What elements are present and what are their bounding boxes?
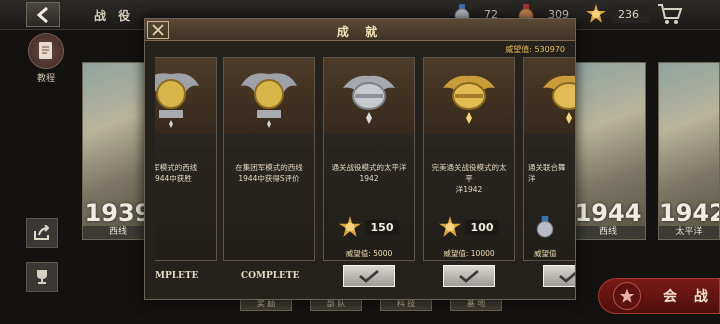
campaign-card-1942[interactable]: 1942 太平洋 (658, 62, 720, 240)
achievement-card: 团军模式的西线 1944中获胜 (155, 57, 217, 261)
achievement-dialog: 成 就 威望值: 530970 团军模式的西线 1944中获胜 在集团军模式 (144, 18, 576, 300)
campaign-year: 1942 (659, 199, 720, 227)
back-button[interactable] (26, 2, 60, 27)
campaign-region: 太平洋 (659, 226, 719, 239)
achievement-desc: 在集团军模式的西线 1944中获得S评价 (235, 163, 303, 183)
silver-eagle-medal-icon (155, 73, 199, 128)
gold-emblem-icon (338, 216, 361, 237)
reward-amount: 100 (464, 219, 500, 235)
battle-label: 会 战 (663, 289, 714, 305)
achievement-card: 通关联合舞 洋 威望值 (523, 57, 575, 261)
achievement-status-row: MPLETE COMPLETE (155, 263, 575, 289)
campaign-year: 1939 (84, 199, 152, 227)
reward-amount: 150 (364, 219, 400, 235)
resource-gold: 236 (586, 4, 650, 24)
status-complete: COMPLETE (241, 271, 300, 281)
star-emblem-icon (613, 282, 641, 310)
achievement-desc: 通关联合舞 洋 (528, 163, 566, 183)
silver-eagle-medal-icon (241, 73, 297, 128)
achievement-reward (524, 216, 575, 238)
achievement-prestige: 威望值 (534, 249, 557, 258)
campaign-card-1944[interactable]: 1944 西线 (570, 62, 646, 240)
achievement-card: 完美通关战役模式的太平 洋1942 100 威望值: 10000 (423, 57, 515, 261)
status-complete: MPLETE (155, 271, 199, 281)
campaign-year: 1944 (574, 199, 642, 227)
chevron-left-icon (36, 6, 48, 23)
dialog-title: 成 就 (336, 25, 384, 39)
checkmark-icon (359, 270, 379, 283)
achievement-desc: 团军模式的西线 1944中获胜 (155, 163, 198, 183)
trophy-button[interactable] (26, 262, 58, 292)
gold-emblem-icon (438, 216, 461, 237)
prestige-total: 威望值: 530970 (505, 45, 565, 54)
gold-helmet-medal-icon (543, 75, 575, 124)
claim-button[interactable] (343, 265, 395, 287)
campaign-region: 西线 (83, 226, 153, 239)
achievement-desc: 完美通关战役模式的太平 洋1942 (431, 163, 507, 194)
claim-button[interactable] (443, 265, 495, 287)
book-icon (28, 33, 64, 69)
achievement-prestige: 威望值: 5000 (345, 249, 393, 258)
share-button[interactable] (26, 218, 58, 248)
battle-button[interactable]: 会 战 (598, 278, 720, 314)
achievement-reward: 100 (424, 216, 514, 238)
gold-emblem-icon (586, 4, 606, 23)
trophy-icon (37, 270, 47, 284)
achievement-list[interactable]: 团军模式的西线 1944中获胜 在集团军模式的西线 1944中获得S评价 通关战… (155, 57, 575, 273)
silver-medal-icon (536, 216, 554, 238)
checkmark-icon (559, 271, 575, 283)
share-icon (34, 225, 50, 240)
campaign-region: 西线 (571, 226, 645, 239)
dialog-header: 成 就 (145, 19, 575, 41)
achievement-card: 通关战役模式的太平洋 1942 150 威望值: 5000 (323, 57, 415, 261)
claim-button[interactable] (543, 265, 575, 287)
achievement-prestige: 威望值: 10000 (443, 249, 495, 258)
shop-button[interactable] (656, 2, 684, 26)
gold-helmet-medal-icon (443, 75, 495, 124)
achievement-reward: 150 (324, 216, 414, 238)
achievement-card: 在集团军模式的西线 1944中获得S评价 (223, 57, 315, 261)
page-title: 战 役 (94, 9, 135, 23)
gold-count: 236 (612, 5, 650, 23)
tutorial-button[interactable]: 教程 (26, 33, 66, 85)
tutorial-label: 教程 (36, 74, 55, 84)
shopping-cart-icon (658, 4, 683, 24)
checkmark-icon (459, 270, 479, 283)
silver-helmet-medal-icon (343, 75, 395, 124)
achievement-desc: 通关战役模式的太平洋 1942 (331, 163, 407, 183)
